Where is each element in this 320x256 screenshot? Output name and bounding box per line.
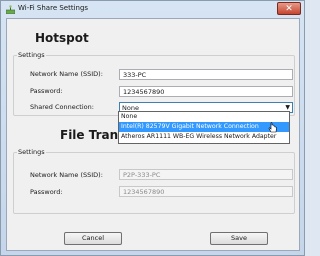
file-transfer-group-title: Settings: [17, 148, 46, 156]
hotspot-ssid-label: Network Name (SSID):: [30, 70, 103, 78]
save-button[interactable]: Save: [210, 232, 268, 245]
file-transfer-ssid-input[interactable]: P2P-333-PC: [119, 169, 293, 180]
file-transfer-password-label: Password:: [30, 188, 63, 196]
wifi-share-app-icon: [5, 5, 16, 15]
shared-connection-label: Shared Connection:: [30, 103, 94, 111]
hotspot-password-label: Password:: [30, 87, 63, 95]
hand-cursor-icon: [268, 122, 278, 134]
dropdown-option-none[interactable]: None: [119, 112, 289, 122]
close-button[interactable]: ✕: [277, 2, 301, 15]
hotspot-heading: Hotspot: [35, 31, 89, 45]
title-bar: Wi-Fi Share Settings ✕: [1, 1, 304, 18]
shared-connection-dropdown-list: None Intel(R) 82579V Gigabit Network Con…: [118, 111, 290, 144]
close-icon: ✕: [285, 4, 293, 14]
hotspot-group-title: Settings: [17, 51, 46, 59]
hotspot-password-input[interactable]: 1234567890: [119, 86, 293, 97]
dropdown-option-atheros-wireless[interactable]: Atheros AR1111 WB-EG Wireless Network Ad…: [119, 132, 289, 142]
file-transfer-settings-group: Settings: [13, 148, 295, 214]
cancel-button[interactable]: Cancel: [64, 232, 122, 245]
file-transfer-password-input[interactable]: 1234567890: [119, 186, 293, 197]
file-transfer-ssid-label: Network Name (SSID):: [30, 171, 103, 179]
window-title: Wi-Fi Share Settings: [18, 4, 89, 12]
dropdown-option-intel-gigabit[interactable]: Intel(R) 82579V Gigabit Network Connecti…: [119, 122, 289, 132]
hotspot-ssid-input[interactable]: 333-PC: [119, 69, 293, 80]
